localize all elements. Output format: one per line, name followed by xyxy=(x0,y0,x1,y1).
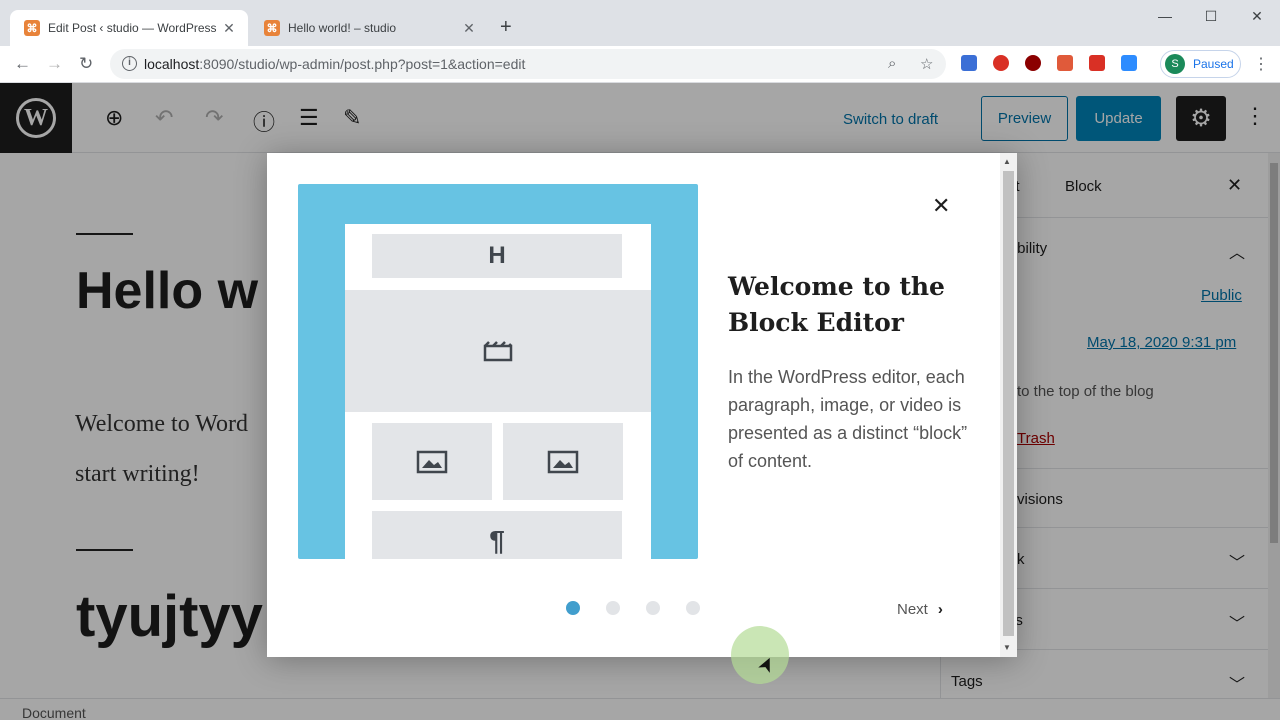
browser-tab-edit-post[interactable]: ⌘ Edit Post ‹ studio — WordPress ✕ xyxy=(10,10,248,46)
guide-body: In the WordPress editor, each paragraph,… xyxy=(728,367,968,471)
close-tab-icon[interactable]: ✕ xyxy=(460,20,478,37)
zoom-icon[interactable]: ⌕ xyxy=(888,55,896,72)
close-icon[interactable]: ✕ xyxy=(932,193,950,219)
forward-icon[interactable]: → xyxy=(46,54,63,74)
scroll-down-icon[interactable]: ▼ xyxy=(1003,643,1011,652)
guide-title: Welcome to the Block Editor xyxy=(728,272,945,337)
scroll-up-icon[interactable]: ▲ xyxy=(1003,157,1011,166)
close-window-icon[interactable]: ✕ xyxy=(1234,8,1280,25)
image-block-icon xyxy=(503,423,623,500)
avatar: S xyxy=(1165,54,1185,74)
tab-title: Edit Post ‹ studio — WordPress xyxy=(48,21,217,35)
next-button[interactable]: Next › xyxy=(897,601,943,618)
page-dot[interactable] xyxy=(686,601,700,615)
zoom-extension-icon[interactable] xyxy=(1121,55,1137,71)
modal-scrollbar[interactable]: ▲ ▼ xyxy=(1000,153,1017,657)
welcome-guide-modal: H ¶ ✕ Welcome to the Block Editor In the… xyxy=(267,153,1017,657)
address-bar[interactable]: i localhost:8090/studio/wp-admin/post.ph… xyxy=(110,49,946,79)
browser-menu-icon[interactable]: ⋮ xyxy=(1253,54,1269,74)
browser-tab-hello-world[interactable]: ⌘ Hello world! – studio ✕ xyxy=(250,10,488,46)
pdf-extension-icon[interactable] xyxy=(1057,55,1073,71)
reload-icon[interactable]: ↻ xyxy=(79,54,93,74)
scrollbar-thumb[interactable] xyxy=(1003,171,1014,636)
ublock-icon[interactable] xyxy=(1025,55,1041,71)
extension-icon[interactable] xyxy=(993,55,1009,71)
xampp-favicon-icon: ⌘ xyxy=(264,20,280,36)
image-block-icon xyxy=(372,423,492,500)
extension-icon[interactable] xyxy=(1089,55,1105,71)
heading-block-icon: H xyxy=(372,234,622,278)
url-text: localhost:8090/studio/wp-admin/post.php?… xyxy=(144,56,526,72)
new-tab-icon[interactable]: + xyxy=(500,16,512,39)
browser-tab-bar: ⌘ Edit Post ‹ studio — WordPress ✕ ⌘ Hel… xyxy=(0,0,1280,46)
back-icon[interactable]: ← xyxy=(14,54,31,74)
xampp-favicon-icon: ⌘ xyxy=(24,20,40,36)
chevron-right-icon: › xyxy=(937,601,943,618)
profile-status: Paused xyxy=(1193,57,1234,71)
maximize-icon[interactable]: ☐ xyxy=(1188,8,1234,25)
page-dot[interactable] xyxy=(606,601,620,615)
illustration-page: H ¶ xyxy=(345,224,651,559)
page-dot[interactable] xyxy=(566,601,580,615)
site-info-icon[interactable]: i xyxy=(122,56,137,71)
close-tab-icon[interactable]: ✕ xyxy=(220,20,238,37)
block-editor-illustration: H ¶ xyxy=(298,184,698,559)
extension-icon[interactable] xyxy=(961,55,977,71)
minimize-icon[interactable]: — xyxy=(1142,8,1188,24)
next-label: Next xyxy=(897,601,928,618)
bookmark-star-icon[interactable]: ☆ xyxy=(920,55,933,73)
tab-title: Hello world! – studio xyxy=(288,21,397,35)
browser-toolbar: ← → ↻ i localhost:8090/studio/wp-admin/p… xyxy=(0,46,1280,83)
profile-button[interactable]: S Paused xyxy=(1160,50,1241,78)
video-block-icon xyxy=(345,290,651,412)
page-dot[interactable] xyxy=(646,601,660,615)
paragraph-block-icon: ¶ xyxy=(372,511,622,559)
